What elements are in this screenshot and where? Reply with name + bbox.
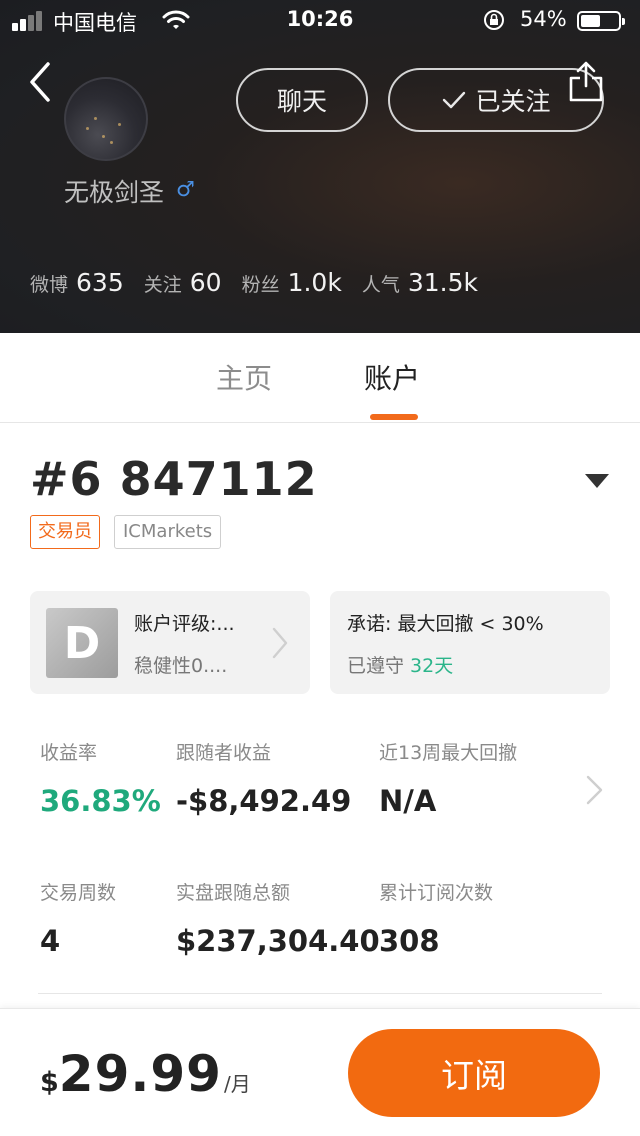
stat-label-weibo: 微博 [30, 274, 69, 296]
subscribe-button[interactable]: 订阅 [348, 1029, 600, 1117]
stat-value-popularity: 31.5k [407, 268, 478, 297]
profile-stats: 微博 635 关注 60 粉丝 1.0k 人气 31.5k [30, 268, 498, 297]
metric-label-trading-weeks: 交易周数 [40, 882, 117, 904]
subscribe-bar: $ 29.99 /月 订阅 [0, 1008, 640, 1136]
active-tab-indicator [370, 414, 418, 420]
status-bar: 中国电信 10:26 54% [0, 0, 640, 40]
male-gender-icon: ♂ [176, 177, 195, 201]
metric-value-follow-total: $237,304.40 [176, 924, 380, 958]
broker-tag: ICMarkets [114, 515, 222, 549]
pledge-status-label: 已遵守 [347, 655, 405, 677]
divider [38, 993, 602, 994]
metric-label-follower-profit: 跟随者收益 [176, 742, 272, 764]
battery-icon [577, 11, 625, 31]
pledge-days: 32天 [410, 655, 454, 677]
follow-button-label: 已关注 [475, 87, 551, 116]
chevron-right-icon[interactable] [584, 774, 606, 806]
metric-value-return: 36.83% [40, 784, 161, 818]
stat-value-fans[interactable]: 1.0k [288, 268, 342, 297]
tab-bar: 主页 账户 [0, 333, 640, 423]
price-unit: /月 [223, 1072, 251, 1096]
tab-account[interactable]: 账户 [364, 357, 420, 397]
chevron-right-icon [272, 627, 288, 659]
stat-label-following: 关注 [143, 274, 182, 296]
rotation-lock-icon [482, 8, 506, 37]
grade-badge: D [46, 608, 118, 678]
metric-value-subscriptions: 308 [379, 924, 440, 958]
metric-label-subscriptions: 累计订阅次数 [379, 882, 494, 904]
dropdown-caret-icon[interactable] [585, 474, 609, 488]
back-button[interactable] [24, 58, 64, 108]
metric-label-return: 收益率 [40, 742, 98, 764]
pledge-card: 承诺: 最大回撤 < 30% 已遵守 32天 [330, 591, 610, 694]
pledge-status: 已遵守 32天 [347, 651, 453, 678]
account-rating-card[interactable]: D 账户评级:... 稳健性0.... [30, 591, 310, 694]
stat-value-following[interactable]: 60 [190, 268, 222, 297]
account-id: #6 847112 [30, 452, 318, 506]
price-currency: $ [40, 1067, 59, 1098]
pledge-title: 承诺: 最大回撤 < 30% [347, 613, 544, 635]
stat-value-weibo[interactable]: 635 [76, 268, 124, 297]
metric-value-follower-profit: -$8,492.49 [176, 784, 352, 818]
share-icon [569, 61, 603, 102]
avatar[interactable] [64, 77, 148, 161]
chat-button[interactable]: 聊天 [236, 68, 368, 132]
rating-subtitle: 稳健性0.... [134, 655, 228, 677]
share-button[interactable] [566, 60, 606, 104]
rating-title: 账户评级:... [134, 613, 235, 635]
battery-percentage: 54% [520, 7, 567, 31]
price-amount: 29.99 [58, 1045, 222, 1103]
subscribe-button-label: 订阅 [441, 1056, 507, 1095]
chat-button-label: 聊天 [276, 87, 327, 116]
metric-value-trading-weeks: 4 [40, 924, 61, 958]
metric-label-follow-total: 实盘跟随总额 [176, 882, 291, 904]
metric-label-max-drawdown: 近13周最大回撤 [379, 742, 518, 764]
stat-label-popularity: 人气 [361, 274, 400, 296]
profile-header: 中国电信 10:26 54% 聊天 已关注 无极剑圣 ♂ 微博 635 关注 6… [0, 0, 640, 333]
checkmark-icon [443, 91, 466, 109]
trader-tag: 交易员 [30, 515, 100, 549]
chevron-left-icon [30, 62, 50, 102]
stat-label-fans: 粉丝 [241, 274, 280, 296]
subscription-price: $ 29.99 /月 [40, 1045, 251, 1103]
metric-value-max-drawdown: N/A [379, 784, 437, 818]
tab-home[interactable]: 主页 [216, 357, 272, 397]
username: 无极剑圣 [64, 178, 165, 207]
